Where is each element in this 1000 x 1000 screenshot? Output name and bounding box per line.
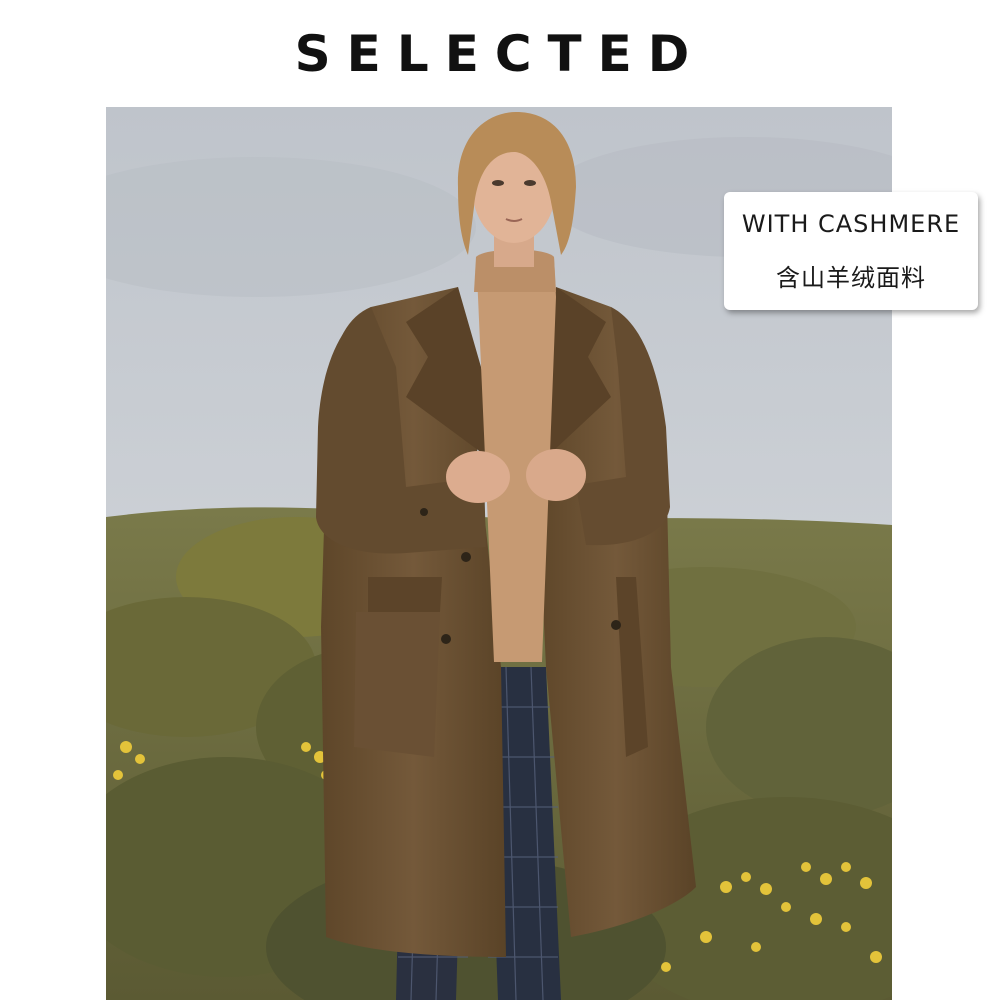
cashmere-badge: WITH CASHMERE 含山羊绒面料 xyxy=(724,192,978,310)
badge-chinese-text: 含山羊绒面料 xyxy=(776,264,926,292)
brand-logo: SELECTED xyxy=(294,25,706,83)
badge-english-text: WITH CASHMERE xyxy=(741,210,961,238)
